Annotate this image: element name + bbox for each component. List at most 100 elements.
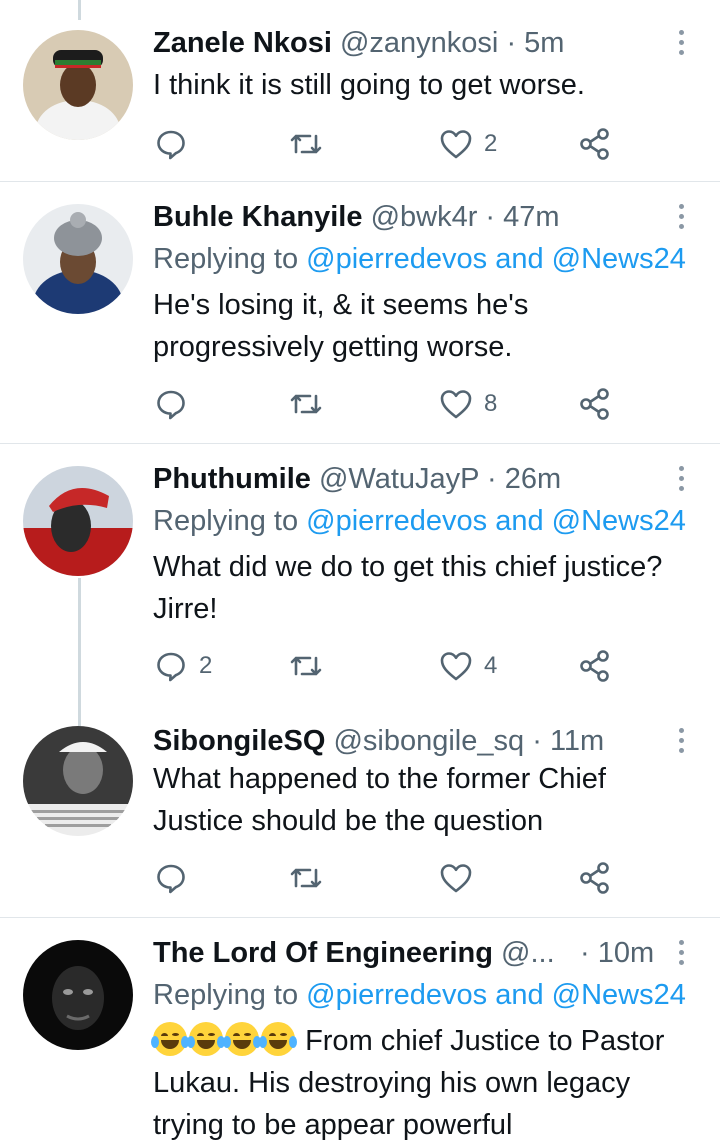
display-name[interactable]: SibongileSQ [153,725,325,757]
share-icon [580,650,609,682]
laughing-crying-emoji-icon [151,1022,189,1056]
tweet-header: Buhle Khanyile @bwk4r · 47m [153,200,660,234]
user-handle[interactable]: @zanynkosi [340,27,498,59]
avatar[interactable] [23,30,133,140]
retweet-button[interactable] [288,646,334,686]
tweet-text-line: From chief Justice to Pastor [151,1020,700,1062]
retweet-icon [290,134,322,154]
like-button[interactable]: 8 [438,384,497,424]
user-handle[interactable]: @WatuJayP [319,463,479,495]
heart-icon [440,864,472,893]
tweet-text-line: trying to be appear powerful [153,1109,513,1141]
retweet-icon [290,656,322,676]
separator-dot: · [506,27,517,59]
mention-link[interactable]: @News24 [552,979,686,1011]
display-name[interactable]: The Lord Of Engineering [153,937,493,969]
share-button[interactable] [578,384,614,424]
share-button[interactable] [578,646,614,686]
tweet-actions [153,858,623,898]
tweet-text: What happened to the former Chief Justic… [153,758,700,842]
replying-to: Replying to @pierredevos and @News24 [153,504,686,538]
tweet-text: From chief Justice to Pastor Lukau. His … [151,1020,700,1143]
mention-link[interactable]: @News24 [552,243,686,275]
timestamp[interactable]: 26m [505,463,561,495]
display-name[interactable]: Zanele Nkosi [153,27,332,59]
retweet-icon [290,868,322,888]
reply-icon [157,652,185,682]
like-button[interactable] [438,858,484,898]
timestamp[interactable]: 10m [598,937,654,969]
replying-prefix: Replying to [153,505,299,537]
timestamp[interactable]: 47m [503,201,559,233]
tweet-text-line: What happened to the former Chief [153,763,606,795]
more-icon[interactable] [676,30,686,60]
share-button[interactable] [578,858,614,898]
replying-and[interactable]: and [495,979,543,1011]
separator-dot: · [580,937,590,969]
more-icon[interactable] [676,466,686,496]
retweet-button[interactable] [288,858,334,898]
tweet-text-segment: From chief Justice to Pastor [305,1025,665,1057]
replying-prefix: Replying to [153,979,299,1011]
like-button[interactable]: 4 [438,646,497,686]
tweet-text: He's losing it, & it seems he's progress… [153,284,700,368]
laughing-crying-emoji-icon [187,1022,225,1056]
separator-dot: · [532,725,542,757]
user-handle[interactable]: @bwk4r [371,201,478,233]
more-icon[interactable] [676,204,686,234]
tweet-buhle[interactable]: Buhle Khanyile @bwk4r · 47m Replying to … [0,182,720,444]
like-count: 8 [484,390,498,417]
avatar[interactable] [23,940,133,1050]
more-icon[interactable] [676,728,686,758]
mention-link[interactable]: @pierredevos [306,243,487,275]
replying-and[interactable]: and [495,243,543,275]
more-icon[interactable] [676,940,686,970]
tweet-sibongile[interactable]: SibongileSQ @sibongile_sq · 11m What hap… [0,706,720,918]
mention-link[interactable]: @pierredevos [306,979,487,1011]
mention-link[interactable]: @pierredevos [306,505,487,537]
share-icon [580,388,609,420]
tweet-lord-of-engineering[interactable]: The Lord Of Engineering @... · 10m Reply… [0,918,720,1143]
reply-count: 2 [199,652,213,679]
reply-icon [157,130,185,160]
display-name[interactable]: Phuthumile [153,463,311,495]
tweet-zanele[interactable]: Zanele Nkosi @zanynkosi · 5m I think it … [0,0,720,182]
reply-button[interactable]: 2 [153,646,212,686]
replying-prefix: Replying to [153,243,299,275]
share-button[interactable] [578,124,614,164]
reply-button[interactable] [153,858,199,898]
avatar[interactable] [23,466,133,576]
tweet-text-line: Lukau. His destroying his own legacy [153,1067,631,1099]
like-count: 2 [484,130,498,157]
avatar[interactable] [23,726,133,836]
tweet-phuthumile[interactable]: Phuthumile @WatuJayP · 26m Replying to @… [0,444,720,706]
tweet-header: The Lord Of Engineering @... [153,936,590,970]
tweet-text-line: progressively getting worse. [153,331,513,363]
retweet-button[interactable] [288,124,334,164]
retweet-button[interactable] [288,384,334,424]
user-handle[interactable]: @sibongile_sq [333,725,524,757]
retweet-icon [290,394,322,414]
display-name[interactable]: Buhle Khanyile [153,201,363,233]
avatar[interactable] [23,204,133,314]
mention-link[interactable]: @News24 [552,505,686,537]
reply-button[interactable] [153,384,199,424]
laughing-crying-emoji-icon [259,1022,297,1056]
tweet-text-line: He's losing it, & it seems he's [153,289,529,321]
separator-dot: · [485,201,496,233]
tweet-time: · 10m [580,936,670,970]
reply-button[interactable] [153,124,199,164]
replying-to: Replying to @pierredevos and @News24 [153,242,686,276]
replying-and[interactable]: and [495,505,543,537]
tweet-actions: 2 4 [153,646,623,686]
tweet-text: What did we do to get this chief justice… [153,546,700,630]
heart-icon [440,390,472,419]
tweet-actions: 2 [153,124,623,164]
like-button[interactable]: 2 [438,124,497,164]
share-icon [580,128,609,160]
user-handle[interactable]: @... [501,937,555,969]
heart-icon [440,652,472,681]
timestamp[interactable]: 11m [550,725,604,757]
heart-icon [440,130,472,159]
timestamp[interactable]: 5m [524,27,564,59]
